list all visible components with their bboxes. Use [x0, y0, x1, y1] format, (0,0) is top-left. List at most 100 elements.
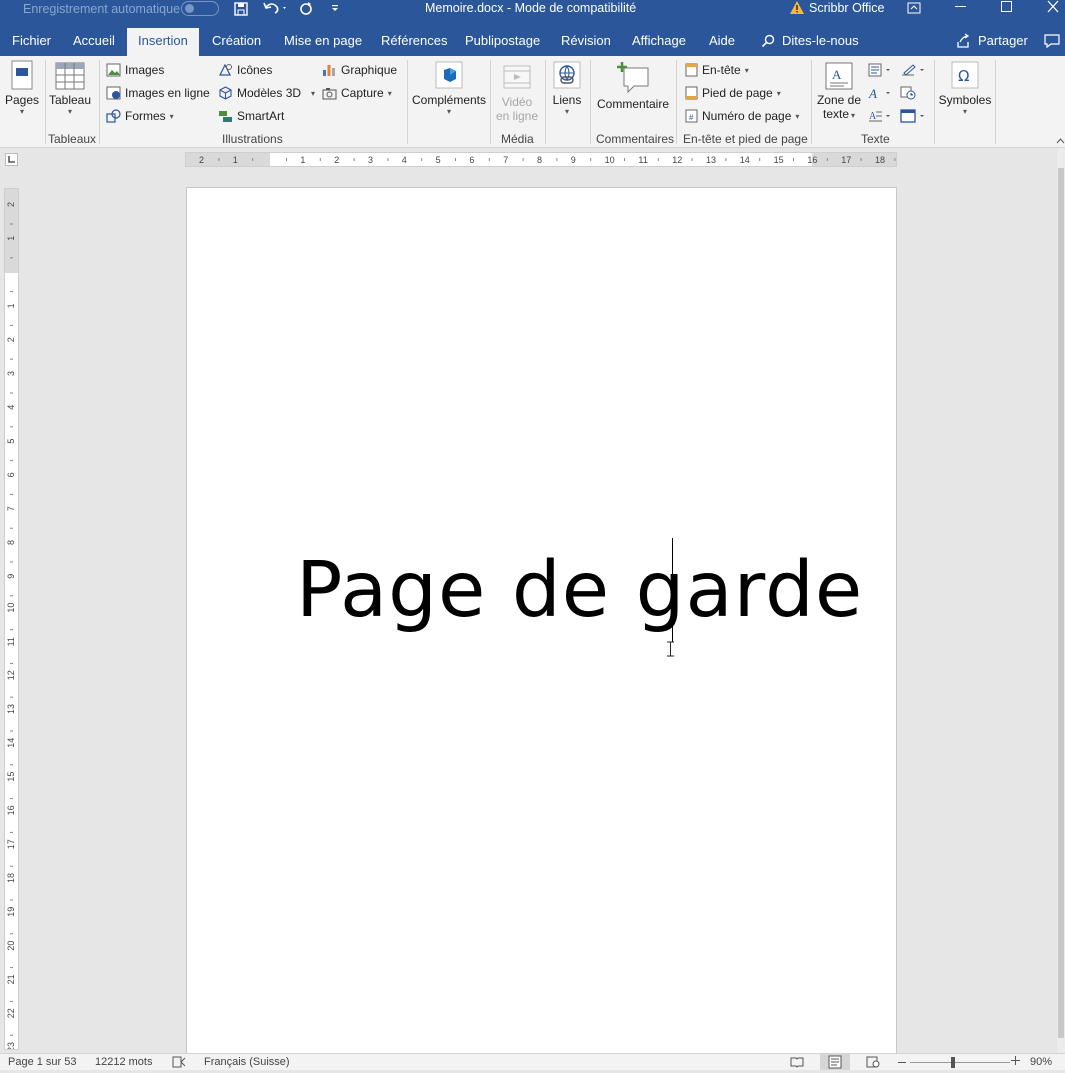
proofing-icon[interactable] [172, 1056, 186, 1068]
tab-publipostage[interactable]: Publipostage [459, 28, 546, 56]
ruler-label: 9 [571, 155, 576, 165]
drop-cap-icon[interactable]: A [868, 109, 892, 123]
object-icon[interactable] [900, 109, 928, 123]
title-bar: Enregistrement automatique Memoire.docx … [0, 0, 1065, 28]
zoom-slider[interactable] [910, 1057, 1010, 1068]
table-button[interactable]: Tableau ▾ [48, 62, 92, 116]
group-separator [676, 60, 677, 144]
vertical-scrollbar[interactable] [1057, 148, 1065, 1053]
ribbon-display-options-icon[interactable] [907, 1, 921, 15]
shapes-dropdown-icon: ▾ [169, 111, 174, 121]
minimize-icon[interactable] [955, 6, 966, 7]
word-count[interactable]: 12212 mots [95, 1056, 152, 1068]
ribbon-insertion: Pages ▾ Tableau ▾ Tableaux Images Images… [0, 56, 1065, 148]
save-icon[interactable] [233, 1, 249, 17]
ruler-label: 6 [469, 155, 474, 165]
maximize-icon[interactable] [1001, 1, 1012, 12]
tab-revision[interactable]: Révision [555, 28, 617, 56]
zoom-level[interactable]: 90% [1030, 1056, 1052, 1068]
ruler-label: 12 [672, 155, 682, 165]
group-separator [407, 60, 408, 144]
text-box-button[interactable]: A Zone de texte ▾ [814, 62, 864, 121]
close-icon[interactable] [1046, 0, 1060, 14]
ruler-label: 14 [6, 738, 16, 748]
symbols-button[interactable]: Ω Symboles ▾ [937, 60, 993, 116]
header-button[interactable]: En-tête ▾ [685, 63, 749, 77]
smartart-button[interactable]: SmartArt [218, 109, 284, 123]
horizontal-ruler[interactable]: 2 1 1 2 3 4 5 6 7 8 9 10 11 12 13 14 15 16 17 18 [185, 152, 897, 167]
zoom-out-icon[interactable] [898, 1062, 906, 1063]
table-dropdown-icon: ▾ [67, 107, 72, 116]
autosave-toggle[interactable] [181, 1, 219, 16]
vertical-ruler[interactable]: 2 1 1 2 3 4 5 6 7 8 9 10 11 12 13 14 15 16 17 18 19 20 21 22 23 [4, 188, 19, 1050]
wordart-icon[interactable]: A [868, 86, 892, 101]
svg-text:Ω: Ω [958, 67, 969, 85]
ruler-label: 7 [6, 506, 16, 511]
tab-aide[interactable]: Aide [703, 28, 741, 56]
group-separator [490, 60, 491, 144]
pages-button[interactable]: Pages ▾ [4, 60, 40, 116]
addins-button[interactable]: Compléments ▾ [410, 60, 488, 116]
signature-line-icon[interactable] [900, 63, 928, 77]
ruler-label: 5 [6, 439, 16, 444]
tab-insertion[interactable]: Insertion [127, 28, 199, 56]
ruler-label: 10 [6, 603, 16, 613]
shapes-button[interactable]: Formes ▾ [106, 109, 174, 123]
quick-parts-icon[interactable] [868, 63, 892, 77]
share-icon [955, 33, 971, 49]
print-layout-icon[interactable] [820, 1054, 850, 1070]
tell-me-input[interactable]: Dites-le-nous [782, 33, 859, 48]
svg-text:A: A [868, 86, 877, 100]
undo-icon[interactable] [262, 0, 286, 16]
collapse-ribbon-icon[interactable] [1056, 134, 1065, 144]
redo-icon[interactable] [298, 0, 314, 16]
read-mode-icon[interactable] [790, 1056, 804, 1068]
tab-fichier[interactable]: Fichier [6, 28, 57, 56]
new-comment-button[interactable]: Commentaire [594, 60, 672, 111]
3d-models-button[interactable]: Modèles 3D ▾ [218, 86, 315, 100]
online-images-button[interactable]: Images en ligne [106, 86, 210, 100]
document-title: Memoire.docx - Mode de compatibilité [425, 1, 637, 15]
footer-button[interactable]: Pied de page ▾ [685, 86, 781, 100]
date-time-icon[interactable] [900, 86, 916, 100]
web-layout-icon[interactable] [866, 1056, 880, 1068]
tab-accueil[interactable]: Accueil [67, 28, 121, 56]
table-label: Tableau [48, 93, 92, 107]
zoom-in-icon[interactable] [1011, 1056, 1020, 1065]
cover-page-heading[interactable]: Page de garde [296, 546, 863, 635]
tab-affichage[interactable]: Affichage [626, 28, 692, 56]
ruler-label: 5 [436, 155, 441, 165]
text-box-label-line1: Zone de [816, 93, 862, 107]
addins-dropdown-icon: ▾ [446, 107, 451, 116]
tab-creation[interactable]: Création [206, 28, 267, 56]
comments-pane-icon[interactable] [1043, 33, 1061, 49]
customize-qat-icon[interactable] [330, 1, 340, 15]
document-page[interactable]: Page de garde [186, 187, 897, 1057]
page-count[interactable]: Page 1 sur 53 [8, 1056, 77, 1068]
language-indicator[interactable]: Français (Suisse) [204, 1056, 290, 1068]
3d-models-dropdown-icon[interactable]: ▾ [311, 89, 315, 98]
pages-dropdown-icon: ▾ [19, 107, 24, 116]
share-button[interactable]: Partager [978, 33, 1028, 48]
ruler-label: 9 [6, 574, 16, 579]
group-separator [590, 60, 591, 144]
links-button[interactable]: Liens ▾ [549, 60, 585, 116]
icons-button[interactable]: Icônes [218, 63, 272, 77]
screenshot-button[interactable]: Capture ▾ [322, 86, 392, 100]
ruler-label: 16 [807, 155, 817, 165]
chart-button[interactable]: Graphique [322, 63, 397, 77]
ruler-label: 13 [6, 704, 16, 714]
page-number-button[interactable]: # Numéro de page ▾ [685, 109, 799, 123]
icons-gallery-icon [219, 63, 232, 76]
camera-icon [322, 88, 337, 100]
tab-mise-en-page[interactable]: Mise en page [278, 28, 368, 56]
scribbr-addin-label[interactable]: Scribbr Office [809, 1, 885, 15]
online-video-button[interactable]: Vidéo en ligne [494, 64, 540, 123]
ruler-label: 21 [6, 974, 16, 984]
tab-stop-selector[interactable] [5, 153, 18, 166]
ruler-label: 11 [638, 155, 647, 165]
tab-references[interactable]: Références [375, 28, 453, 56]
screenshot-label: Capture [341, 86, 384, 100]
images-button[interactable]: Images [106, 63, 164, 77]
links-label: Liens [552, 93, 582, 107]
